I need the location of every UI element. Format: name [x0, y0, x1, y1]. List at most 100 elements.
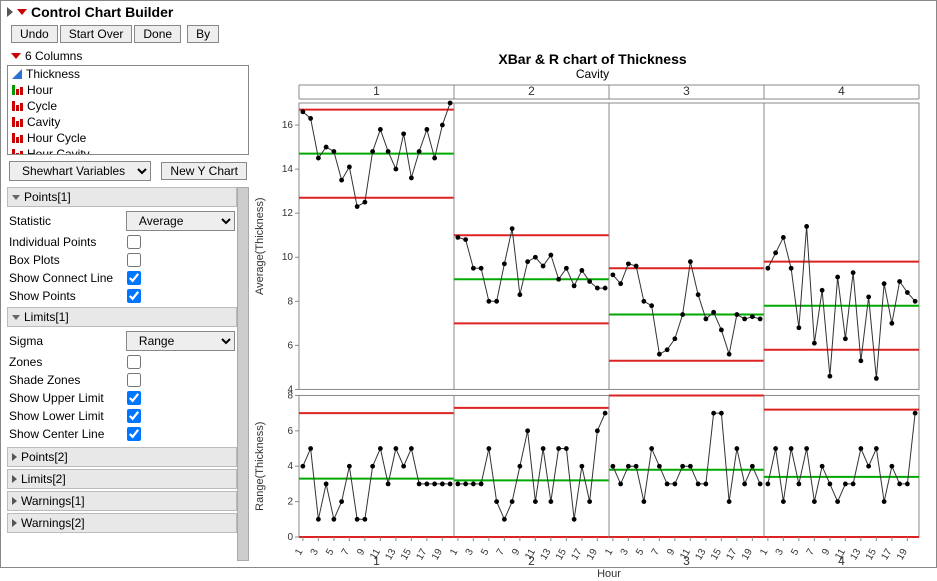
- column-item[interactable]: Cavity: [8, 114, 248, 130]
- disclosure-down-icon: [12, 195, 20, 200]
- svg-text:5: 5: [634, 547, 647, 558]
- svg-text:6: 6: [287, 340, 293, 351]
- svg-text:3: 3: [619, 547, 632, 558]
- svg-text:15: 15: [864, 547, 879, 563]
- svg-text:19: 19: [430, 547, 445, 563]
- svg-text:16: 16: [282, 120, 294, 131]
- facet-var-label: Cavity: [249, 67, 936, 83]
- column-item[interactable]: Hour Cycle: [8, 130, 248, 146]
- section-limits2-header[interactable]: Limits[2]: [7, 469, 237, 489]
- undo-button[interactable]: Undo: [11, 25, 58, 43]
- nom-green-icon: [12, 85, 23, 95]
- svg-text:14: 14: [282, 164, 294, 175]
- sigma-select[interactable]: Range: [126, 331, 235, 351]
- section-warnings1-header[interactable]: Warnings[1]: [7, 491, 237, 511]
- section-limits1-header[interactable]: Limits[1]: [7, 307, 237, 327]
- disclosure-right-icon: [12, 453, 17, 461]
- start-over-button[interactable]: Start Over: [60, 25, 133, 43]
- show-points-checkbox[interactable]: [127, 289, 141, 303]
- svg-text:12: 12: [282, 208, 294, 219]
- section-points2-header[interactable]: Points[2]: [7, 447, 237, 467]
- svg-text:13: 13: [538, 547, 553, 563]
- nom-red-icon: [12, 117, 23, 127]
- sigma-label: Sigma: [9, 334, 120, 348]
- column-label: Cavity: [27, 115, 60, 129]
- svg-text:8: 8: [287, 296, 293, 307]
- columns-header: 6 Columns: [25, 49, 82, 63]
- svg-text:0: 0: [287, 532, 293, 543]
- columns-list[interactable]: ThicknessHour Cycle CavityHour CycleHour C…: [7, 65, 249, 155]
- svg-text:9: 9: [820, 547, 833, 558]
- svg-text:1: 1: [373, 554, 380, 568]
- show-upper-checkbox[interactable]: [127, 391, 141, 405]
- left-scrollbar[interactable]: [237, 187, 249, 561]
- svg-text:13: 13: [848, 547, 863, 563]
- by-button[interactable]: By: [187, 25, 219, 43]
- column-item[interactable]: Thickness: [8, 66, 248, 82]
- svg-text:5: 5: [479, 547, 492, 558]
- svg-text:15: 15: [709, 547, 724, 563]
- svg-text:15: 15: [399, 547, 414, 563]
- toolbar: Undo Start Over Done By: [1, 23, 936, 47]
- svg-text:2: 2: [528, 554, 535, 568]
- svg-text:2: 2: [287, 497, 293, 508]
- svg-text:3: 3: [464, 547, 477, 558]
- column-label: Hour: [27, 83, 53, 97]
- disclosure-right-icon: [12, 519, 17, 527]
- svg-text:10: 10: [282, 252, 294, 263]
- svg-text:1: 1: [293, 547, 306, 558]
- column-item[interactable]: Cycle: [8, 98, 248, 114]
- show-lower-checkbox[interactable]: [127, 409, 141, 423]
- section-warnings2-header[interactable]: Warnings[2]: [7, 513, 237, 533]
- cont-icon: [12, 69, 22, 79]
- done-button[interactable]: Done: [134, 25, 181, 43]
- column-item[interactable]: Hour Cavity: [8, 146, 248, 155]
- svg-text:5: 5: [789, 547, 802, 558]
- window-titlebar: Control Chart Builder: [1, 1, 936, 23]
- nom-red-icon: [12, 101, 23, 111]
- section-points1-header[interactable]: Points[1]: [7, 187, 237, 207]
- show-center-checkbox[interactable]: [127, 427, 141, 441]
- statistic-label: Statistic: [9, 214, 120, 228]
- svg-text:4: 4: [838, 84, 845, 98]
- show-connect-line-checkbox[interactable]: [127, 271, 141, 285]
- chart-area: XBar & R chart of Thickness Cavity 12344…: [249, 47, 936, 561]
- svg-text:Hour: Hour: [597, 568, 621, 580]
- svg-text:6: 6: [287, 426, 293, 437]
- svg-text:13: 13: [693, 547, 708, 563]
- svg-text:4: 4: [838, 554, 845, 568]
- svg-text:3: 3: [683, 84, 690, 98]
- svg-text:17: 17: [414, 547, 429, 563]
- svg-text:7: 7: [650, 547, 663, 558]
- svg-text:15: 15: [554, 547, 569, 563]
- individual-points-checkbox[interactable]: [127, 235, 141, 249]
- svg-text:1: 1: [758, 547, 771, 558]
- svg-text:5: 5: [324, 547, 337, 558]
- disclosure-right-icon: [12, 475, 17, 483]
- menu-icon[interactable]: [17, 9, 27, 15]
- disclosure-icon[interactable]: [7, 7, 13, 17]
- svg-text:19: 19: [740, 547, 755, 563]
- nom-red-icon: [12, 133, 23, 143]
- box-plots-checkbox[interactable]: [127, 253, 141, 267]
- statistic-select[interactable]: Average: [126, 211, 235, 231]
- shade-zones-checkbox[interactable]: [127, 373, 141, 387]
- svg-text:7: 7: [805, 547, 818, 558]
- svg-text:4: 4: [287, 461, 293, 472]
- column-label: Cycle: [27, 99, 57, 113]
- svg-text:17: 17: [724, 547, 739, 563]
- column-item[interactable]: Hour: [8, 82, 248, 98]
- window-title: Control Chart Builder: [31, 4, 173, 20]
- control-chart: 123446810121416Average(Thickness)02468Ra…: [249, 83, 929, 581]
- svg-text:Range(Thickness): Range(Thickness): [254, 422, 266, 511]
- svg-text:3: 3: [683, 554, 690, 568]
- new-y-chart-button[interactable]: New Y Chart: [161, 162, 247, 180]
- svg-text:7: 7: [495, 547, 508, 558]
- svg-text:17: 17: [569, 547, 584, 563]
- columns-disclosure-icon[interactable]: [11, 53, 21, 59]
- disclosure-down-icon: [12, 315, 20, 320]
- left-panel: 6 Columns ThicknessHourCycleCavityHour C…: [1, 47, 249, 561]
- chart-title: XBar & R chart of Thickness: [249, 47, 936, 67]
- zones-checkbox[interactable]: [127, 355, 141, 369]
- chart-type-select[interactable]: Shewhart Variables: [9, 161, 151, 181]
